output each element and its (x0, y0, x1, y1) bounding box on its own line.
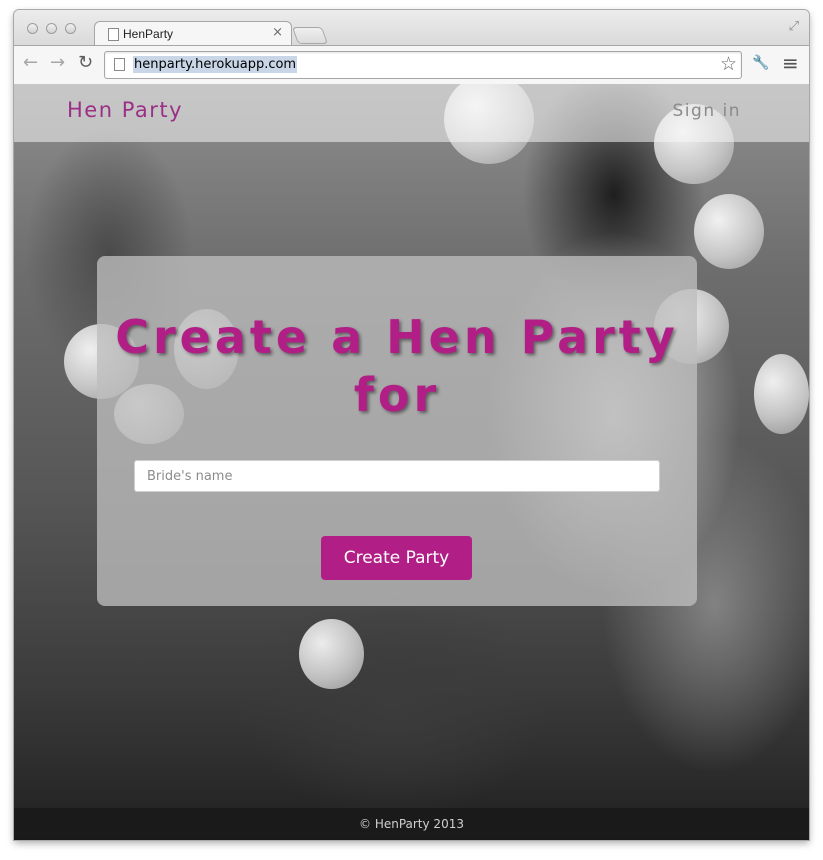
site-navbar: Hen Party Sign in (14, 84, 809, 142)
page-viewport: Hen Party Sign in Create a Hen Party for… (14, 84, 809, 840)
site-footer: © HenParty 2013 (14, 808, 809, 840)
zoom-window-button[interactable] (65, 23, 76, 34)
tab-title: HenParty (123, 27, 174, 41)
fullscreen-icon[interactable]: ⤢ (789, 19, 799, 34)
page-icon (114, 58, 125, 71)
hero-title: Create a Hen Party for (115, 310, 679, 422)
bookmark-star-icon[interactable]: ☆ (720, 53, 737, 75)
brand-link[interactable]: Hen Party (67, 98, 183, 122)
address-bar[interactable]: henparty.herokuapp.com ☆ (104, 51, 742, 79)
balloon-image (694, 194, 764, 269)
minimize-window-button[interactable] (46, 23, 57, 34)
browser-toolbar: ← → ↻ henparty.herokuapp.com ☆ 🔧 ≡ (14, 45, 809, 85)
tab-strip: HenParty × ⤢ (14, 10, 809, 47)
balloon-image (299, 619, 364, 689)
tab-close-icon[interactable]: × (272, 25, 283, 40)
footer-copyright: © HenParty 2013 (359, 817, 464, 831)
tab-henparty[interactable]: HenParty × (94, 21, 292, 47)
menu-icon[interactable]: ≡ (782, 51, 799, 75)
wrench-icon[interactable]: 🔧 (752, 55, 769, 71)
back-arrow-icon[interactable]: ← (23, 53, 38, 73)
address-url[interactable]: henparty.herokuapp.com (133, 56, 298, 73)
new-tab-button[interactable] (291, 27, 329, 44)
browser-window: HenParty × ⤢ ← → ↻ henparty.herokuapp.co… (14, 10, 809, 840)
create-party-button[interactable]: Create Party (321, 536, 472, 580)
close-window-button[interactable] (27, 23, 38, 34)
forward-arrow-icon[interactable]: → (50, 53, 65, 73)
bride-name-input[interactable] (134, 460, 660, 492)
reload-icon[interactable]: ↻ (78, 53, 93, 73)
create-party-card: Create a Hen Party for Create Party (97, 256, 697, 606)
balloon-image (754, 354, 809, 434)
page-icon (108, 28, 119, 41)
sign-in-link[interactable]: Sign in (673, 101, 741, 121)
